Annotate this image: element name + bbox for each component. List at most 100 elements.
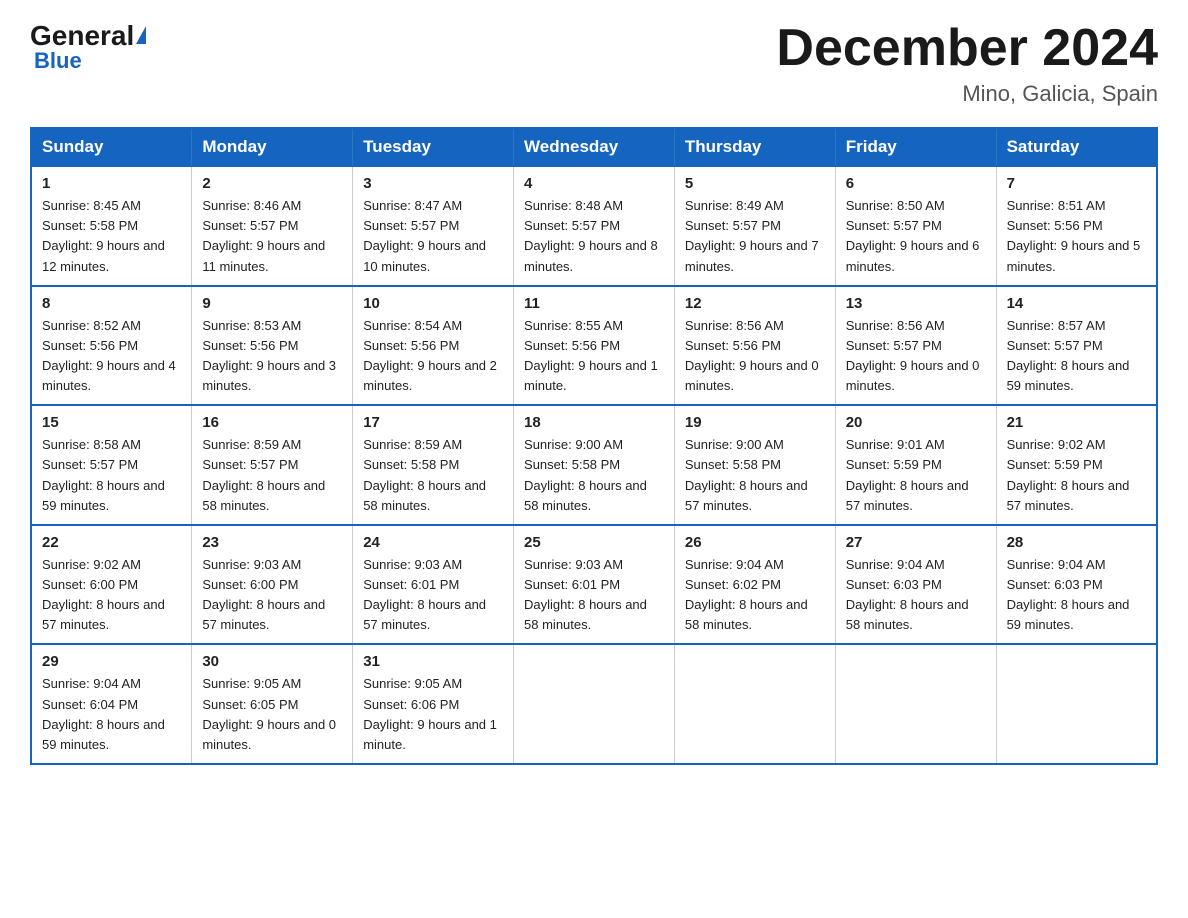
day-cell: 9 Sunrise: 8:53 AM Sunset: 5:56 PM Dayli…	[192, 286, 353, 406]
day-number: 31	[363, 653, 503, 670]
day-info: Sunrise: 9:03 AM Sunset: 6:00 PM Dayligh…	[202, 555, 342, 636]
day-info: Sunrise: 8:53 AM Sunset: 5:56 PM Dayligh…	[202, 316, 342, 397]
day-number: 11	[524, 295, 664, 312]
day-info: Sunrise: 9:04 AM Sunset: 6:03 PM Dayligh…	[1007, 555, 1146, 636]
day-number: 14	[1007, 295, 1146, 312]
day-cell: 19 Sunrise: 9:00 AM Sunset: 5:58 PM Dayl…	[674, 405, 835, 525]
day-number: 22	[42, 534, 181, 551]
day-number: 1	[42, 175, 181, 192]
day-info: Sunrise: 8:55 AM Sunset: 5:56 PM Dayligh…	[524, 316, 664, 397]
day-cell: 23 Sunrise: 9:03 AM Sunset: 6:00 PM Dayl…	[192, 525, 353, 645]
day-info: Sunrise: 8:46 AM Sunset: 5:57 PM Dayligh…	[202, 196, 342, 277]
location: Mino, Galicia, Spain	[776, 81, 1158, 107]
day-cell: 6 Sunrise: 8:50 AM Sunset: 5:57 PM Dayli…	[835, 166, 996, 286]
day-cell: 28 Sunrise: 9:04 AM Sunset: 6:03 PM Dayl…	[996, 525, 1157, 645]
day-cell: 11 Sunrise: 8:55 AM Sunset: 5:56 PM Dayl…	[514, 286, 675, 406]
calendar-header: Sunday Monday Tuesday Wednesday Thursday…	[31, 128, 1157, 166]
day-cell: 20 Sunrise: 9:01 AM Sunset: 5:59 PM Dayl…	[835, 405, 996, 525]
day-info: Sunrise: 9:03 AM Sunset: 6:01 PM Dayligh…	[363, 555, 503, 636]
day-info: Sunrise: 8:47 AM Sunset: 5:57 PM Dayligh…	[363, 196, 503, 277]
day-number: 27	[846, 534, 986, 551]
day-cell: 3 Sunrise: 8:47 AM Sunset: 5:57 PM Dayli…	[353, 166, 514, 286]
day-number: 20	[846, 414, 986, 431]
header-monday: Monday	[192, 128, 353, 166]
day-number: 4	[524, 175, 664, 192]
day-info: Sunrise: 9:02 AM Sunset: 6:00 PM Dayligh…	[42, 555, 181, 636]
day-cell: 25 Sunrise: 9:03 AM Sunset: 6:01 PM Dayl…	[514, 525, 675, 645]
day-info: Sunrise: 8:58 AM Sunset: 5:57 PM Dayligh…	[42, 435, 181, 516]
day-cell: 2 Sunrise: 8:46 AM Sunset: 5:57 PM Dayli…	[192, 166, 353, 286]
day-number: 30	[202, 653, 342, 670]
day-number: 5	[685, 175, 825, 192]
day-cell: 27 Sunrise: 9:04 AM Sunset: 6:03 PM Dayl…	[835, 525, 996, 645]
week-row-2: 8 Sunrise: 8:52 AM Sunset: 5:56 PM Dayli…	[31, 286, 1157, 406]
day-cell: 24 Sunrise: 9:03 AM Sunset: 6:01 PM Dayl…	[353, 525, 514, 645]
day-number: 21	[1007, 414, 1146, 431]
day-info: Sunrise: 9:05 AM Sunset: 6:05 PM Dayligh…	[202, 674, 342, 755]
day-cell	[674, 644, 835, 764]
day-cell: 22 Sunrise: 9:02 AM Sunset: 6:00 PM Dayl…	[31, 525, 192, 645]
day-number: 2	[202, 175, 342, 192]
day-number: 6	[846, 175, 986, 192]
day-cell: 30 Sunrise: 9:05 AM Sunset: 6:05 PM Dayl…	[192, 644, 353, 764]
calendar-body: 1 Sunrise: 8:45 AM Sunset: 5:58 PM Dayli…	[31, 166, 1157, 764]
day-number: 8	[42, 295, 181, 312]
week-row-4: 22 Sunrise: 9:02 AM Sunset: 6:00 PM Dayl…	[31, 525, 1157, 645]
day-info: Sunrise: 8:59 AM Sunset: 5:58 PM Dayligh…	[363, 435, 503, 516]
header-sunday: Sunday	[31, 128, 192, 166]
day-info: Sunrise: 9:00 AM Sunset: 5:58 PM Dayligh…	[524, 435, 664, 516]
day-number: 9	[202, 295, 342, 312]
day-number: 13	[846, 295, 986, 312]
day-info: Sunrise: 8:51 AM Sunset: 5:56 PM Dayligh…	[1007, 196, 1146, 277]
day-number: 7	[1007, 175, 1146, 192]
day-number: 23	[202, 534, 342, 551]
day-cell: 18 Sunrise: 9:00 AM Sunset: 5:58 PM Dayl…	[514, 405, 675, 525]
day-number: 24	[363, 534, 503, 551]
day-info: Sunrise: 8:56 AM Sunset: 5:56 PM Dayligh…	[685, 316, 825, 397]
day-cell: 26 Sunrise: 9:04 AM Sunset: 6:02 PM Dayl…	[674, 525, 835, 645]
header-wednesday: Wednesday	[514, 128, 675, 166]
day-number: 16	[202, 414, 342, 431]
day-info: Sunrise: 9:04 AM Sunset: 6:02 PM Dayligh…	[685, 555, 825, 636]
day-cell: 13 Sunrise: 8:56 AM Sunset: 5:57 PM Dayl…	[835, 286, 996, 406]
day-cell: 14 Sunrise: 8:57 AM Sunset: 5:57 PM Dayl…	[996, 286, 1157, 406]
day-info: Sunrise: 9:00 AM Sunset: 5:58 PM Dayligh…	[685, 435, 825, 516]
day-cell: 16 Sunrise: 8:59 AM Sunset: 5:57 PM Dayl…	[192, 405, 353, 525]
day-info: Sunrise: 8:56 AM Sunset: 5:57 PM Dayligh…	[846, 316, 986, 397]
day-number: 28	[1007, 534, 1146, 551]
day-cell: 1 Sunrise: 8:45 AM Sunset: 5:58 PM Dayli…	[31, 166, 192, 286]
day-info: Sunrise: 9:01 AM Sunset: 5:59 PM Dayligh…	[846, 435, 986, 516]
day-info: Sunrise: 8:59 AM Sunset: 5:57 PM Dayligh…	[202, 435, 342, 516]
day-info: Sunrise: 8:50 AM Sunset: 5:57 PM Dayligh…	[846, 196, 986, 277]
day-cell: 31 Sunrise: 9:05 AM Sunset: 6:06 PM Dayl…	[353, 644, 514, 764]
day-number: 15	[42, 414, 181, 431]
day-cell	[835, 644, 996, 764]
day-cell	[514, 644, 675, 764]
header-thursday: Thursday	[674, 128, 835, 166]
day-info: Sunrise: 9:05 AM Sunset: 6:06 PM Dayligh…	[363, 674, 503, 755]
day-cell: 7 Sunrise: 8:51 AM Sunset: 5:56 PM Dayli…	[996, 166, 1157, 286]
day-header-row: Sunday Monday Tuesday Wednesday Thursday…	[31, 128, 1157, 166]
title-area: December 2024 Mino, Galicia, Spain	[776, 20, 1158, 107]
month-title: December 2024	[776, 20, 1158, 77]
day-number: 3	[363, 175, 503, 192]
day-number: 17	[363, 414, 503, 431]
day-info: Sunrise: 9:04 AM Sunset: 6:03 PM Dayligh…	[846, 555, 986, 636]
logo: General Blue	[30, 20, 148, 74]
day-number: 29	[42, 653, 181, 670]
week-row-1: 1 Sunrise: 8:45 AM Sunset: 5:58 PM Dayli…	[31, 166, 1157, 286]
day-number: 19	[685, 414, 825, 431]
day-info: Sunrise: 8:49 AM Sunset: 5:57 PM Dayligh…	[685, 196, 825, 277]
day-cell: 5 Sunrise: 8:49 AM Sunset: 5:57 PM Dayli…	[674, 166, 835, 286]
week-row-3: 15 Sunrise: 8:58 AM Sunset: 5:57 PM Dayl…	[31, 405, 1157, 525]
day-cell: 4 Sunrise: 8:48 AM Sunset: 5:57 PM Dayli…	[514, 166, 675, 286]
day-cell: 29 Sunrise: 9:04 AM Sunset: 6:04 PM Dayl…	[31, 644, 192, 764]
logo-triangle-icon	[136, 26, 146, 44]
day-number: 25	[524, 534, 664, 551]
header-saturday: Saturday	[996, 128, 1157, 166]
day-info: Sunrise: 8:57 AM Sunset: 5:57 PM Dayligh…	[1007, 316, 1146, 397]
day-number: 18	[524, 414, 664, 431]
day-info: Sunrise: 9:02 AM Sunset: 5:59 PM Dayligh…	[1007, 435, 1146, 516]
day-cell: 21 Sunrise: 9:02 AM Sunset: 5:59 PM Dayl…	[996, 405, 1157, 525]
day-cell	[996, 644, 1157, 764]
